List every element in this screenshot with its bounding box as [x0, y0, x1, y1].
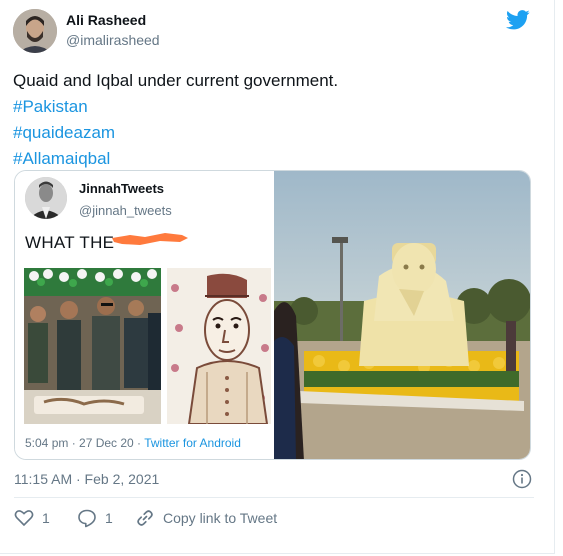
like-count: 1 [42, 510, 50, 526]
media-grid[interactable]: JinnahTweets @jinnah_tweets WHAT THE 5:0… [14, 170, 531, 460]
quoted-author-name: JinnahTweets [79, 181, 165, 196]
quoted-tweet-source: Twitter for Android [144, 436, 241, 450]
quoted-tweet-meta: 5:04 pm · 27 Dec 20 · Twitter for Androi… [25, 436, 241, 450]
tweet-text-line: Quaid and Iqbal under current government… [13, 71, 339, 90]
reply-button[interactable]: 1 [77, 508, 113, 528]
hashtag-quaideazam[interactable]: #quaideazam [13, 120, 338, 146]
quoted-tweet-time: 5:04 pm · 27 Dec 20 · [25, 436, 145, 450]
like-button[interactable]: 1 [14, 508, 50, 528]
statue-photo[interactable] [274, 171, 530, 459]
tweet-text: Quaid and Iqbal under current government… [13, 68, 338, 172]
redaction-scribble [112, 233, 188, 245]
quoted-author-handle: @jinnah_tweets [79, 203, 172, 218]
hashtag-pakistan[interactable]: #Pakistan [13, 94, 338, 120]
tweet-timestamp[interactable]: 11:15 AM · Feb 2, 2021 [14, 471, 159, 487]
twitter-bird-icon[interactable] [506, 10, 530, 30]
cake-cutting-photo [24, 268, 161, 424]
divider [14, 497, 534, 498]
link-icon [137, 510, 153, 526]
quoted-tweet-text: WHAT THE [25, 233, 115, 252]
cake-portrait-photo [167, 268, 271, 424]
heart-icon [14, 510, 34, 527]
copy-link-button[interactable]: Copy link to Tweet [135, 508, 277, 528]
info-icon[interactable] [512, 469, 532, 489]
tweet-card: Ali Rasheed @imalirasheed Quaid and Iqba… [0, 0, 555, 554]
author-avatar[interactable] [13, 9, 57, 53]
hashtag-allamaiqbal[interactable]: #Allamaiqbal [13, 146, 338, 172]
quoted-author-avatar [25, 177, 67, 219]
quoted-tweet-screenshot[interactable]: JinnahTweets @jinnah_tweets WHAT THE 5:0… [15, 171, 274, 459]
author-handle[interactable]: @imalirasheed [66, 32, 160, 48]
reply-icon [78, 509, 96, 528]
copy-link-label: Copy link to Tweet [163, 510, 278, 526]
reply-count: 1 [105, 510, 113, 526]
author-name[interactable]: Ali Rasheed [66, 12, 146, 28]
